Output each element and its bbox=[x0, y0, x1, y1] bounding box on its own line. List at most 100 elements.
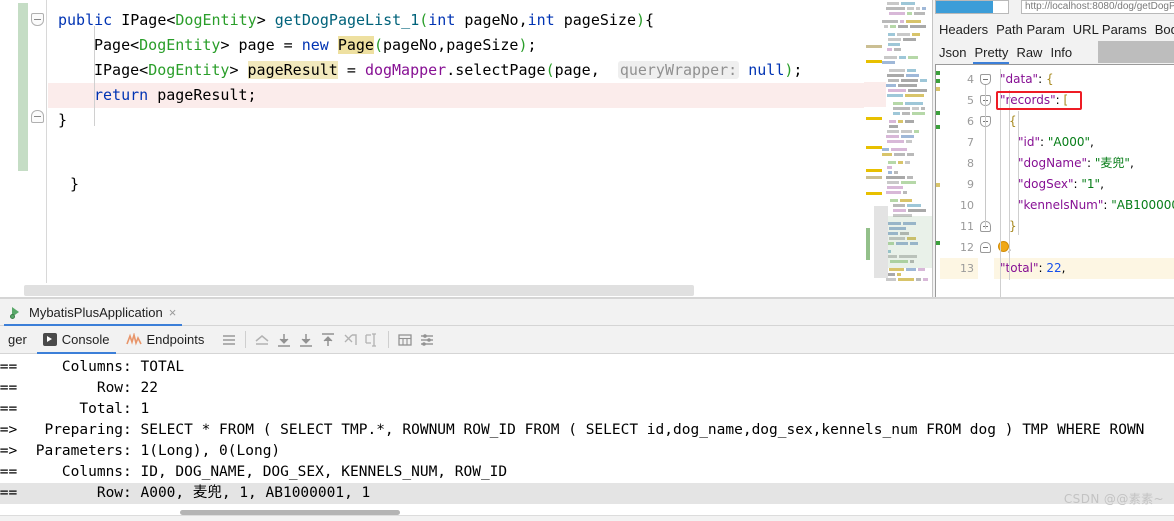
tab-raw[interactable]: Raw bbox=[1016, 45, 1042, 60]
run-configuration-tab[interactable]: MybatisPlusApplication × bbox=[4, 299, 183, 326]
code-line[interactable]: return pageResult; bbox=[48, 83, 864, 108]
minimap-code-line bbox=[888, 171, 892, 174]
tab-console[interactable]: Console bbox=[35, 326, 118, 354]
tab-endpoints-label: Endpoints bbox=[146, 332, 205, 347]
minimap-code-line bbox=[887, 186, 903, 189]
json-line[interactable]: "records": [ bbox=[994, 90, 1068, 111]
json-line-number: 12 bbox=[960, 241, 974, 254]
scroll-to-top-icon[interactable] bbox=[317, 329, 339, 351]
console-line-text: Columns: TOTAL bbox=[27, 359, 185, 375]
http-client-response-panel[interactable]: http://localhost:8080/dog/getDogPageList… bbox=[932, 0, 1174, 297]
tab-body[interactable]: Body bbox=[1155, 22, 1174, 37]
minimap-code-line bbox=[882, 20, 898, 23]
request-url-combobox[interactable]: http://localhost:8080/dog/getDogPageList… bbox=[1021, 0, 1174, 14]
minimap-code-line bbox=[907, 12, 912, 15]
editor-outer-closing-brace: } bbox=[70, 175, 80, 193]
code-token: ; bbox=[527, 36, 537, 54]
response-view-tabs[interactable]: Json Pretty Raw Info bbox=[933, 41, 1174, 64]
code-fold-marker-open[interactable] bbox=[31, 13, 44, 26]
console-line[interactable]: <== Row: A000, 麦兜, 1, AB1000001, 1 bbox=[0, 483, 1174, 504]
minimap-occurrence-mark bbox=[866, 146, 882, 149]
json-line[interactable]: "dogSex": "1", bbox=[994, 174, 1104, 195]
scroll-up-icon[interactable] bbox=[251, 329, 273, 351]
minimap-code-line bbox=[888, 161, 896, 164]
vcs-change-bar[interactable] bbox=[18, 3, 28, 171]
run-tool-window-tabbar[interactable]: MybatisPlusApplication × bbox=[0, 299, 1174, 326]
minimap-code-line bbox=[903, 38, 916, 41]
minimap-code-line bbox=[894, 48, 901, 51]
json-token: "1" bbox=[1081, 177, 1101, 191]
code-editor[interactable]: public IPage<DogEntity> getDogPageList_1… bbox=[0, 0, 932, 297]
scroll-down-icon[interactable] bbox=[273, 329, 295, 351]
json-response-viewer[interactable]: 4 5 6 7 8 9 10 11 12 13 "data": {"records": [{"id… bbox=[935, 64, 1174, 297]
json-fold-open-icon[interactable] bbox=[980, 74, 991, 85]
json-line[interactable]: } bbox=[994, 216, 1017, 237]
tab-json[interactable]: Json bbox=[939, 45, 966, 60]
code-token: null bbox=[748, 61, 785, 79]
json-line[interactable]: "total": 22, bbox=[994, 258, 1065, 279]
tab-headers[interactable]: Headers bbox=[939, 22, 988, 37]
code-token: > bbox=[229, 61, 248, 79]
console-line-prefix: ==> bbox=[0, 422, 18, 438]
console-line-prefix: <== bbox=[0, 485, 18, 501]
minimap-code-line bbox=[887, 130, 899, 133]
close-icon[interactable]: × bbox=[169, 305, 177, 320]
editor-hscroll-thumb[interactable] bbox=[24, 285, 694, 296]
editor-code-content[interactable]: public IPage<DogEntity> getDogPageList_1… bbox=[48, 0, 864, 283]
json-line[interactable]: "kennelsNum": "AB1000001 bbox=[994, 195, 1174, 216]
tab-path-param[interactable]: Path Param bbox=[996, 22, 1065, 37]
console-line-text: Total: 1 bbox=[27, 401, 150, 417]
editor-minimap[interactable] bbox=[864, 0, 932, 283]
console-line-prefix: ==> bbox=[0, 443, 18, 459]
code-token: ( bbox=[545, 61, 555, 79]
console-icon bbox=[42, 333, 57, 346]
json-token: "dogName" bbox=[1018, 156, 1088, 170]
json-token: "total" bbox=[1000, 261, 1039, 275]
code-token: Page bbox=[94, 36, 131, 54]
request-section-tabs[interactable]: Headers Path Param URL Params Body bbox=[933, 18, 1174, 40]
json-token: [ bbox=[1063, 93, 1069, 107]
minimap-code-line bbox=[887, 48, 892, 51]
table-view-icon[interactable] bbox=[394, 329, 416, 351]
soft-wrap-icon[interactable] bbox=[218, 329, 240, 351]
select-text-icon[interactable] bbox=[361, 329, 383, 351]
json-line[interactable]: "dogName": "麦兜", bbox=[994, 153, 1134, 174]
tab-endpoints[interactable]: Endpoints bbox=[118, 326, 213, 354]
minimap-code-line bbox=[905, 94, 924, 97]
tab-info[interactable]: Info bbox=[1050, 45, 1072, 60]
code-line[interactable]: public IPage<DogEntity> getDogPageList_1… bbox=[48, 8, 864, 33]
clear-all-icon[interactable] bbox=[339, 329, 361, 351]
minimap-code-line bbox=[888, 43, 900, 46]
console-line-text: Row: A000, 麦兜, 1, AB1000001, 1 bbox=[27, 485, 371, 501]
minimap-code-line bbox=[889, 120, 896, 123]
settings-sliders-icon[interactable] bbox=[416, 329, 438, 351]
json-line[interactable]: { bbox=[994, 111, 1017, 132]
code-line[interactable]: } bbox=[48, 108, 864, 133]
json-fold-column[interactable] bbox=[978, 65, 994, 297]
minimap-code-line bbox=[918, 268, 925, 271]
code-token: < bbox=[139, 61, 149, 79]
code-line[interactable]: IPage<DogEntity> pageResult = dogMapper.… bbox=[48, 58, 864, 83]
editor-horizontal-scrollbar[interactable] bbox=[0, 283, 932, 297]
minimap-scroll-thumb[interactable] bbox=[874, 206, 888, 278]
code-token: .selectPage bbox=[446, 61, 546, 79]
code-line[interactable]: Page<DogEntity> page = new Page(pageNo,p… bbox=[48, 33, 864, 58]
console-output[interactable]: <== Columns: TOTAL <== Row: 22 <== Total: … bbox=[0, 355, 1174, 515]
tab-debugger-clipped[interactable]: ger bbox=[0, 326, 35, 354]
minimap-code-line bbox=[898, 84, 917, 87]
minimap-code-line bbox=[905, 102, 923, 105]
console-line-prefix: <== bbox=[0, 359, 18, 375]
json-line[interactable]: "data": { bbox=[994, 69, 1054, 90]
tab-url-params[interactable]: URL Params bbox=[1073, 22, 1147, 37]
scroll-to-end-icon[interactable] bbox=[295, 329, 317, 351]
json-fold-close-icon[interactable] bbox=[980, 242, 991, 253]
code-fold-marker-close[interactable] bbox=[31, 110, 44, 123]
code-token: ( bbox=[373, 36, 383, 54]
json-code-content[interactable]: "data": {"records": [{"id": "A000", "dogN… bbox=[994, 65, 1174, 297]
tab-pretty[interactable]: Pretty bbox=[973, 45, 1010, 64]
minimap-code-line bbox=[923, 278, 928, 281]
minimap-change-bar bbox=[866, 228, 870, 260]
minimap-code-line bbox=[887, 74, 904, 77]
editor-gutter[interactable] bbox=[0, 0, 47, 297]
run-tool-window-toolbar[interactable]: ger Console Endpoints bbox=[0, 326, 1174, 354]
